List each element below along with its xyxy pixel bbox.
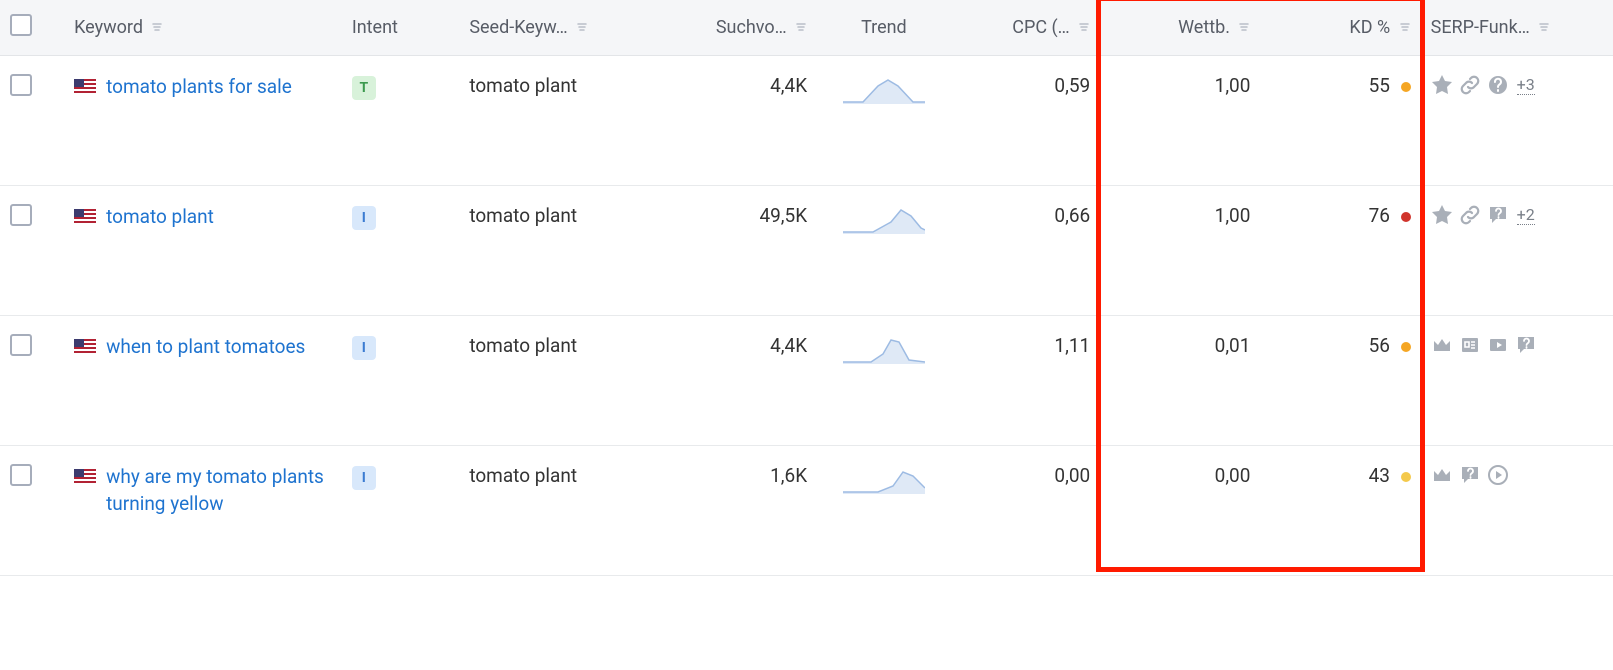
sort-icon [576, 17, 588, 38]
keyword-link[interactable]: tomato plant [106, 204, 214, 231]
trend-sparkline [843, 74, 925, 104]
link-icon [1459, 74, 1481, 96]
col-cpc[interactable]: CPC (… [951, 0, 1101, 56]
kd-difficulty-dot [1401, 472, 1411, 482]
competition-value: 0,00 [1100, 446, 1260, 576]
col-seed[interactable]: Seed-Keyw… [459, 0, 651, 56]
cpc-value: 0,66 [951, 186, 1101, 316]
col-wettb-label: Wettb. [1178, 17, 1230, 38]
col-intent-label: Intent [352, 17, 398, 38]
sort-icon [1078, 17, 1090, 38]
comment-q-icon [1515, 334, 1537, 356]
col-keyword[interactable]: Keyword [64, 0, 342, 56]
news-icon [1459, 334, 1481, 356]
cpc-value: 0,00 [951, 446, 1101, 576]
trend-sparkline [843, 334, 925, 364]
col-trend-label: Trend [861, 17, 907, 38]
table-row: tomato plantItomato plant49,5K0,661,0076… [0, 186, 1613, 316]
col-wettb[interactable]: Wettb. [1100, 0, 1260, 56]
intent-badge: I [352, 466, 376, 490]
table-header-row: Keyword Intent Seed-Keyw… Suchvo… [0, 0, 1613, 56]
col-trend[interactable]: Trend [817, 0, 951, 56]
search-volume: 1,6K [652, 446, 818, 576]
sort-icon [1399, 17, 1411, 38]
col-volume[interactable]: Suchvo… [652, 0, 818, 56]
row-checkbox[interactable] [10, 464, 32, 486]
serp-more-count[interactable]: +2 [1517, 205, 1535, 225]
star-icon [1431, 74, 1453, 96]
link-icon [1459, 204, 1481, 226]
serp-features [1431, 464, 1603, 486]
comment-q-icon [1459, 464, 1481, 486]
col-cpc-label: CPC (… [1012, 17, 1069, 38]
cpc-value: 0,59 [951, 56, 1101, 186]
table-row: when to plant tomatoes Itomato plant4,4K 1… [0, 316, 1613, 446]
col-serp-label: SERP-Funk… [1431, 17, 1530, 38]
crown-icon [1431, 464, 1453, 486]
keyword-link[interactable]: tomato plants for sale [106, 74, 292, 101]
search-volume: 4,4K [652, 316, 818, 446]
intent-badge: I [352, 206, 376, 230]
flag-us-icon [74, 209, 96, 224]
row-checkbox[interactable] [10, 204, 32, 226]
serp-features [1431, 334, 1603, 356]
trend-sparkline [843, 464, 925, 494]
keyword-link[interactable]: when to plant tomatoes [106, 334, 305, 361]
kd-value: 56 [1260, 316, 1420, 446]
col-serp[interactable]: SERP-Funk… [1421, 0, 1613, 56]
col-keyword-label: Keyword [74, 17, 143, 38]
intent-badge: T [352, 76, 376, 100]
comment-q-icon [1487, 204, 1509, 226]
star-icon [1431, 204, 1453, 226]
seed-keyword: tomato plant [459, 186, 651, 316]
search-volume: 4,4K [652, 56, 818, 186]
search-volume: 49,5K [652, 186, 818, 316]
flag-us-icon [74, 339, 96, 354]
seed-keyword: tomato plant [459, 446, 651, 576]
sort-icon [151, 17, 163, 38]
row-checkbox[interactable] [10, 334, 32, 356]
col-kd[interactable]: KD % [1260, 0, 1420, 56]
competition-value: 1,00 [1100, 186, 1260, 316]
sort-icon [1538, 17, 1550, 38]
question-icon [1487, 74, 1509, 96]
seed-keyword: tomato plant [459, 56, 651, 186]
keyword-link[interactable]: why are my tomato plants turning yellow [106, 464, 332, 517]
kd-value: 55 [1260, 56, 1420, 186]
flag-us-icon [74, 79, 96, 94]
competition-value: 1,00 [1100, 56, 1260, 186]
crown-icon [1431, 334, 1453, 356]
kd-difficulty-dot [1401, 82, 1411, 92]
kd-difficulty-dot [1401, 212, 1411, 222]
col-seed-label: Seed-Keyw… [469, 17, 567, 38]
competition-value: 0,01 [1100, 316, 1260, 446]
flag-us-icon [74, 469, 96, 484]
play-icon [1487, 464, 1509, 486]
serp-features: +2 [1431, 204, 1603, 226]
col-intent[interactable]: Intent [342, 0, 460, 56]
col-kd-label: KD % [1349, 17, 1390, 38]
seed-keyword: tomato plant [459, 316, 651, 446]
video-icon [1487, 334, 1509, 356]
row-checkbox[interactable] [10, 74, 32, 96]
table-row: why are my tomato plants turning yellow I… [0, 446, 1613, 576]
kd-difficulty-dot [1401, 342, 1411, 352]
cpc-value: 1,11 [951, 316, 1101, 446]
serp-more-count[interactable]: +3 [1517, 75, 1535, 95]
table-row: tomato plants for sale Ttomato plant4,4K 0… [0, 56, 1613, 186]
trend-sparkline [843, 204, 925, 234]
col-volume-label: Suchvo… [716, 17, 787, 38]
intent-badge: I [352, 336, 376, 360]
keyword-table: Keyword Intent Seed-Keyw… Suchvo… [0, 0, 1613, 576]
keyword-table-wrap: Keyword Intent Seed-Keyw… Suchvo… [0, 0, 1613, 576]
col-checkbox [0, 0, 64, 56]
kd-value: 43 [1260, 446, 1420, 576]
select-all-checkbox[interactable] [10, 14, 32, 36]
sort-icon [1238, 17, 1250, 38]
kd-value: 76 [1260, 186, 1420, 316]
sort-icon [795, 17, 807, 38]
serp-features: +3 [1431, 74, 1603, 96]
